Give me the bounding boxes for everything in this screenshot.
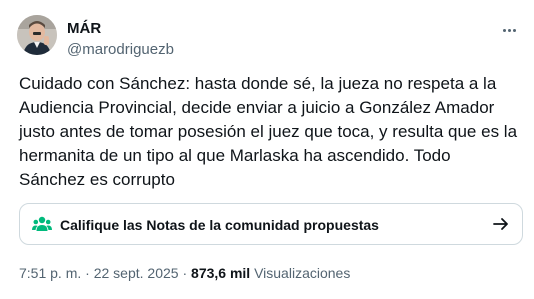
tweet-meta: 7:51 p. m. · 22 sept. 2025 · 873,6 mil V… — [19, 264, 350, 282]
author-info: MÁR @marodriguezb — [67, 20, 174, 59]
meta-separator: · — [85, 265, 90, 281]
views-label: Visualizaciones — [254, 265, 351, 281]
meta-separator-2: · — [182, 265, 188, 281]
more-options-button[interactable] — [498, 20, 520, 40]
author-display-name[interactable]: MÁR — [67, 20, 174, 38]
rate-community-notes-button[interactable]: Califique las Notas de la comunidad prop… — [19, 203, 523, 245]
tweet-time[interactable]: 7:51 p. m. — [19, 265, 81, 281]
community-notes-icon — [32, 215, 52, 233]
community-notes-label: Califique las Notas de la comunidad prop… — [60, 217, 379, 233]
avatar-image — [17, 15, 57, 55]
tweet: MÁR @marodriguezb Cuidado con Sánchez: h… — [0, 0, 534, 299]
tweet-date[interactable]: 22 sept. 2025 — [94, 265, 179, 281]
author-handle[interactable]: @marodriguezb — [67, 41, 174, 59]
views-count: 873,6 mil — [191, 265, 251, 281]
more-horizontal-icon — [502, 28, 516, 32]
arrow-right-icon — [492, 215, 510, 233]
tweet-text: Cuidado con Sánchez: hasta donde sé, la … — [19, 74, 518, 189]
avatar[interactable] — [17, 15, 57, 55]
